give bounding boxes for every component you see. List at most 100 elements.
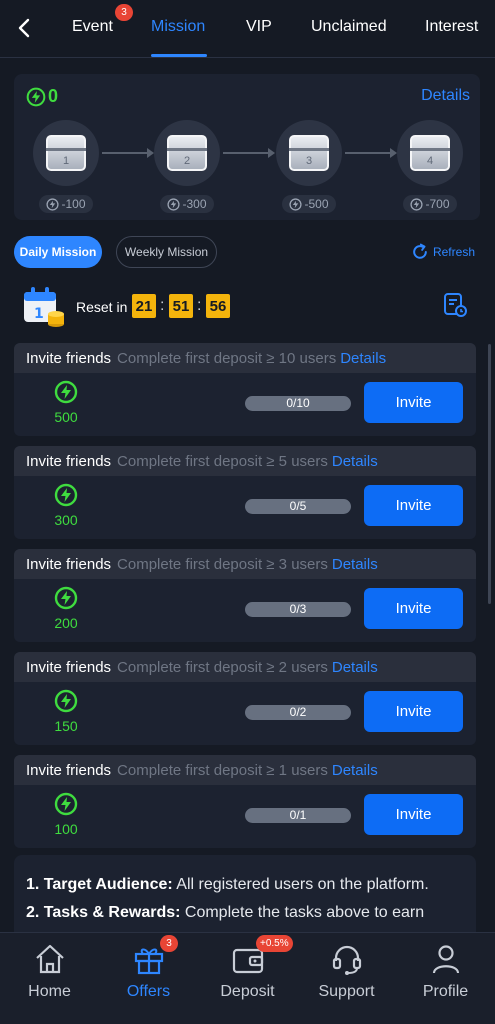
chest-cost: -500 <box>282 195 336 213</box>
mission-card: Invite friends Complete first deposit ≥ … <box>14 549 476 642</box>
mission-reward: 500 <box>54 409 78 425</box>
chest-cost: -700 <box>403 195 457 213</box>
mission-details-link[interactable]: Details <box>332 659 378 676</box>
mission-reward: 200 <box>54 615 78 631</box>
energy-icon <box>54 380 78 404</box>
chest-number: 3 <box>305 155 313 167</box>
nav-home[interactable]: Home <box>0 941 99 1001</box>
mission-description: Complete first deposit ≥ 2 users <box>117 658 328 676</box>
history-record-icon[interactable] <box>442 292 468 318</box>
tab-bar: Event 3 Mission VIP Unclaimed Interest <box>54 0 495 58</box>
chest-number: 4 <box>426 155 434 167</box>
mission-title: Invite friends <box>26 658 112 676</box>
energy-icon <box>54 689 78 713</box>
rule-item: 1. Target Audience: All registered users… <box>26 871 464 899</box>
energy-icon <box>26 87 46 106</box>
mission-header: Invite friends Complete first deposit ≥ … <box>14 343 476 373</box>
mission-progress: 0/3 <box>245 602 351 617</box>
daily-mission-tab[interactable]: Daily Mission <box>14 236 102 268</box>
mission-page: Event 3 Mission VIP Unclaimed Interest 0… <box>0 0 495 1024</box>
chest-number: 2 <box>183 155 191 167</box>
mission-reward: 100 <box>54 821 78 837</box>
timer-hours: 21 <box>132 294 156 318</box>
chest-3[interactable]: 3 <box>276 120 342 186</box>
energy-balance: 0 <box>26 86 58 107</box>
mission-details-link[interactable]: Details <box>340 350 386 367</box>
active-tab-indicator <box>151 54 207 57</box>
tab-mission[interactable]: Mission <box>151 18 205 36</box>
chest-icon: 1 <box>46 135 86 171</box>
energy-icon <box>289 197 303 211</box>
chest-cost-value: -100 <box>61 197 86 211</box>
tab-interest[interactable]: Interest <box>425 18 478 36</box>
nav-offers-label: Offers <box>126 983 171 1000</box>
invite-button[interactable]: Invite <box>364 588 463 629</box>
mission-progress: 0/5 <box>245 499 351 514</box>
energy-icon <box>410 197 424 211</box>
mission-description: Complete first deposit ≥ 10 users <box>117 349 337 367</box>
mission-details-link[interactable]: Details <box>332 453 378 470</box>
tab-vip[interactable]: VIP <box>246 18 272 36</box>
energy-icon <box>54 586 78 610</box>
weekly-mission-tab[interactable]: Weekly Mission <box>116 236 217 268</box>
mission-details-link[interactable]: Details <box>332 762 378 779</box>
svg-text:1: 1 <box>34 306 44 322</box>
chest-cost-value: -300 <box>182 197 207 211</box>
chest-icon: 2 <box>167 135 207 171</box>
bottom-nav: Home Offers 3 Deposit +0.5% Support Prof… <box>0 932 495 1024</box>
chest-2[interactable]: 2 <box>154 120 220 186</box>
mission-reward: 150 <box>54 718 78 734</box>
chest-progress-panel: 0 Details 1 2 3 4 -100 -300 -500 -700 <box>14 74 480 220</box>
energy-icon <box>54 792 78 816</box>
back-arrow-icon[interactable] <box>12 14 36 42</box>
event-badge: 3 <box>115 4 133 21</box>
top-nav: Event 3 Mission VIP Unclaimed Interest <box>0 0 495 58</box>
mission-card: Invite friends Complete first deposit ≥ … <box>14 652 476 745</box>
mission-description: Complete first deposit ≥ 1 users <box>117 761 328 779</box>
invite-button[interactable]: Invite <box>364 794 463 835</box>
reset-label: Reset in <box>76 299 128 315</box>
nav-profile-label: Profile <box>422 983 469 1000</box>
mission-card: Invite friends Complete first deposit ≥ … <box>14 446 476 539</box>
rule-label: 2. Tasks & Rewards: <box>26 904 181 921</box>
chest-4[interactable]: 4 <box>397 120 463 186</box>
chest-icon: 3 <box>289 135 329 171</box>
chest-1[interactable]: 1 <box>33 120 99 186</box>
user-icon <box>432 945 459 974</box>
tab-unclaimed[interactable]: Unclaimed <box>311 18 387 36</box>
tab-event[interactable]: Event <box>72 18 113 36</box>
mission-header: Invite friends Complete first deposit ≥ … <box>14 446 476 476</box>
mission-title: Invite friends <box>26 761 112 779</box>
mission-header: Invite friends Complete first deposit ≥ … <box>14 652 476 682</box>
scrollbar[interactable] <box>488 344 491 604</box>
mission-header: Invite friends Complete first deposit ≥ … <box>14 549 476 579</box>
offers-badge: 3 <box>160 935 178 952</box>
energy-value: 0 <box>48 86 59 106</box>
nav-home-label: Home <box>28 983 71 1000</box>
mission-header: Invite friends Complete first deposit ≥ … <box>14 755 476 785</box>
invite-button[interactable]: Invite <box>364 485 463 526</box>
mission-progress: 0/2 <box>245 705 351 720</box>
timer-colon: : <box>160 297 165 314</box>
nav-profile[interactable]: Profile <box>396 941 495 1001</box>
chest-cost: -100 <box>39 195 93 213</box>
chest-details-link[interactable]: Details <box>421 87 470 105</box>
nav-deposit-label: Deposit <box>220 983 275 1000</box>
mission-description: Complete first deposit ≥ 5 users <box>117 452 328 470</box>
nav-offers[interactable]: Offers <box>99 941 198 1001</box>
mission-details-link[interactable]: Details <box>332 556 378 573</box>
refresh-button[interactable]: Refresh <box>410 242 475 262</box>
mission-progress: 0/1 <box>245 808 351 823</box>
invite-button[interactable]: Invite <box>364 691 463 732</box>
mission-progress: 0/10 <box>245 396 351 411</box>
chest-cost-value: -500 <box>304 197 329 211</box>
mission-title: Invite friends <box>26 349 112 367</box>
nav-support[interactable]: Support <box>297 941 396 1001</box>
invite-button[interactable]: Invite <box>364 382 463 423</box>
mission-card: Invite friends Complete first deposit ≥ … <box>14 755 476 848</box>
mission-description: Complete first deposit ≥ 3 users <box>117 555 328 573</box>
energy-icon <box>46 197 60 211</box>
chest-arrow <box>102 148 154 158</box>
chest-cost: -300 <box>160 195 214 213</box>
refresh-label: Refresh <box>432 245 475 259</box>
